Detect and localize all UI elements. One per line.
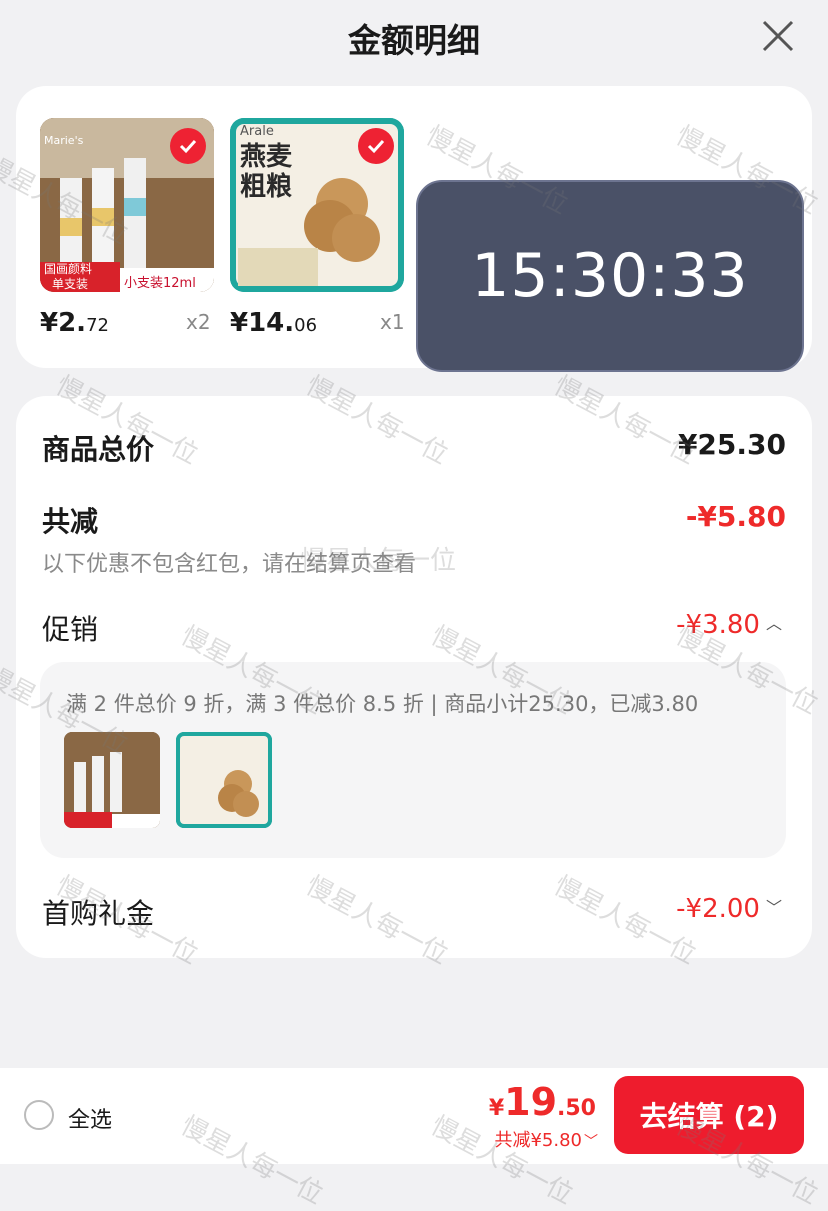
- promo-toggle[interactable]: -¥3.80 ︿: [676, 610, 782, 640]
- check-icon[interactable]: [170, 128, 206, 164]
- discount-label: 共减: [42, 505, 99, 538]
- close-icon[interactable]: [760, 18, 796, 54]
- item-quantity: x1: [380, 310, 405, 334]
- total-label: 商品总价: [42, 433, 155, 466]
- time-overlay: 15:30:33: [416, 180, 804, 372]
- label-text: 单支装: [52, 277, 89, 291]
- final-total: ¥19.50: [488, 1080, 596, 1124]
- discount-value: -¥5.80: [685, 500, 786, 533]
- discount-note: 以下优惠不包含红包，请在结算页查看: [42, 552, 417, 577]
- promo-item-image: [64, 732, 160, 828]
- promo-value: -¥3.80: [676, 610, 760, 640]
- gift-toggle[interactable]: -¥2.00 ﹀: [676, 894, 782, 924]
- brand-label: Marie's: [44, 134, 84, 147]
- total-value: ¥25.30: [677, 428, 786, 461]
- promo-detail: 满 2 件总价 9 折，满 3 件总价 8.5 折 | 商品小计25.30，已减…: [66, 692, 699, 716]
- gift-label: 首购礼金: [42, 897, 155, 930]
- chevron-up-icon: ︿: [765, 614, 782, 633]
- chevron-down-icon: ﹀: [765, 898, 782, 917]
- chevron-down-icon: ﹀: [584, 1134, 598, 1150]
- saved-summary[interactable]: 共减¥5.80 ﹀: [494, 1126, 598, 1152]
- select-all-radio[interactable]: [24, 1100, 54, 1130]
- checkout-button[interactable]: 去结算 (2): [614, 1076, 804, 1154]
- promo-label: 促销: [42, 613, 99, 646]
- check-icon[interactable]: [358, 128, 394, 164]
- promo-item-image: [176, 732, 272, 828]
- item-price: ¥2.72: [40, 308, 109, 338]
- product-title: 燕麦粗粮: [240, 142, 293, 202]
- page-title: 金额明细: [348, 21, 480, 60]
- brand-label: Arale: [240, 124, 274, 139]
- select-all-label[interactable]: 全选: [68, 1102, 112, 1134]
- item-price: ¥14.06: [230, 308, 318, 338]
- label-text: 小支装12ml: [124, 276, 196, 291]
- item-quantity: x2: [186, 310, 211, 334]
- gift-value: -¥2.00: [676, 894, 760, 924]
- header: 金额明细: [0, 0, 828, 80]
